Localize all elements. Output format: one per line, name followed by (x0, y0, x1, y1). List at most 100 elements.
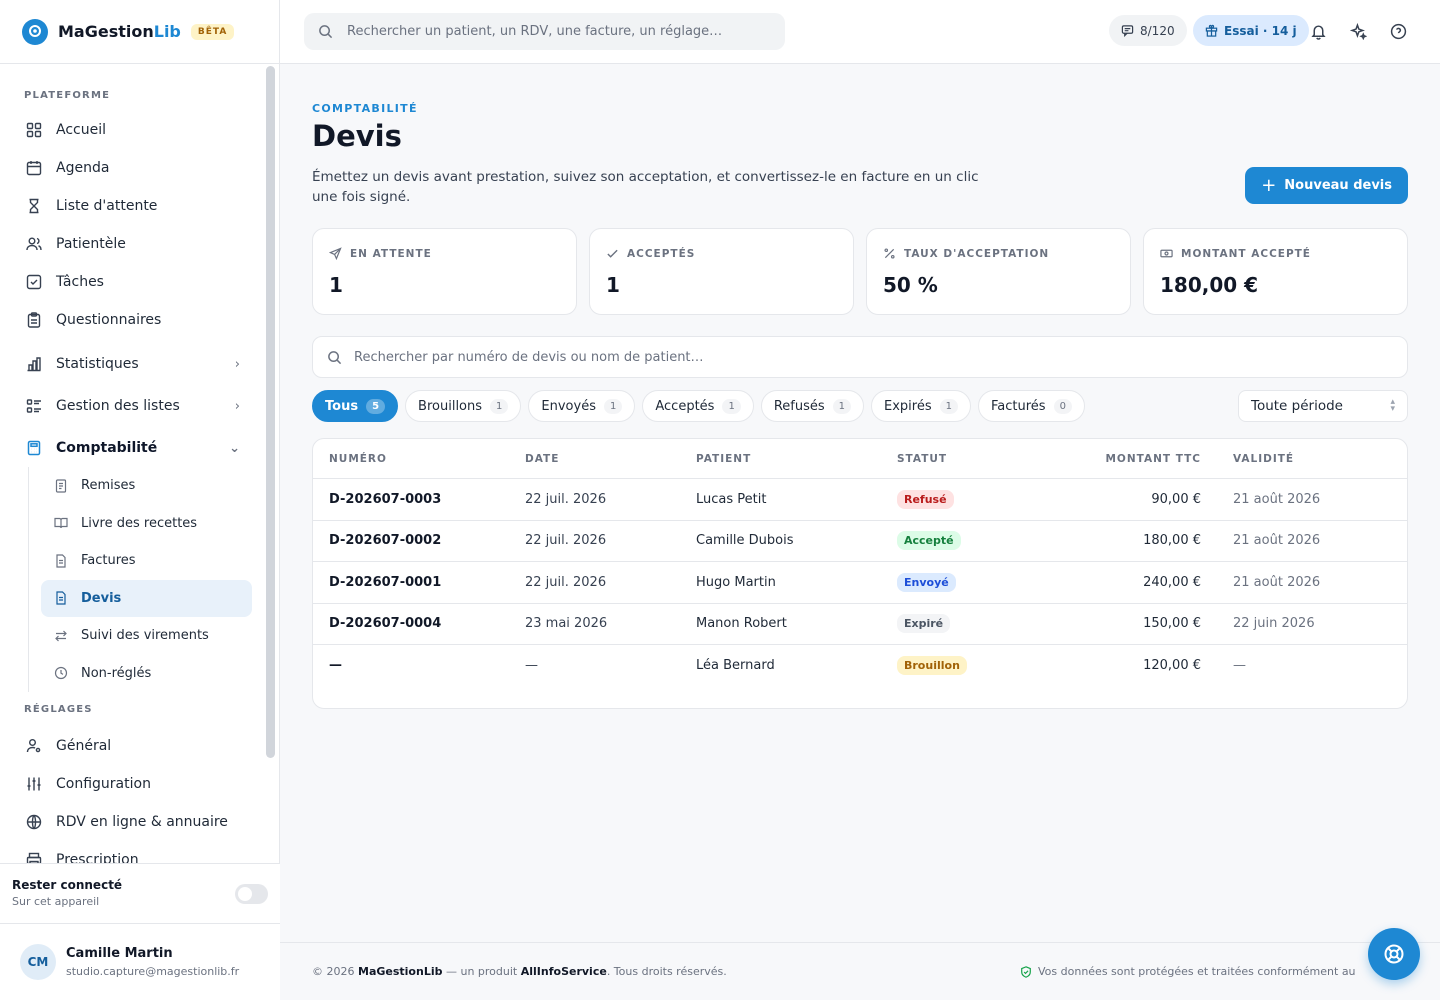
message-icon (1121, 24, 1134, 37)
sidebar-item-devis[interactable]: Devis (41, 579, 252, 617)
stay-connected-title: Rester connecté (12, 878, 123, 892)
sidebar-item-statistiques[interactable]: Statistiques › (12, 345, 252, 383)
stay-connected-toggle[interactable] (235, 884, 268, 904)
sidebar-item-label: Questionnaires (56, 312, 162, 328)
global-search-input[interactable] (347, 24, 767, 39)
sidebar-item-taches[interactable]: Tâches (12, 263, 252, 301)
banknote-icon (1160, 247, 1173, 260)
calendar-icon (24, 158, 44, 178)
filter-count: 1 (832, 398, 851, 414)
stat-card-montant-accepte: MONTANT ACCEPTÉ 180,00 € (1143, 228, 1408, 315)
sidebar-item-accueil[interactable]: Accueil (12, 111, 252, 149)
filter-count: 1 (939, 398, 958, 414)
filter-expires[interactable]: Expirés 1 (871, 390, 971, 422)
cell-statut: Expiré (897, 614, 1017, 634)
table-row[interactable]: D-202607-0004 23 mai 2026 Manon Robert E… (313, 604, 1407, 645)
filter-brouillons[interactable]: Brouillons 1 (405, 390, 522, 422)
sidebar-item-label: Suivi des virements (81, 628, 209, 644)
cell-patient: Camille Dubois (696, 533, 794, 549)
sidebar-item-remises[interactable]: Remises (41, 467, 252, 505)
filter-label: Envoyés (541, 398, 596, 414)
sidebar-item-prescription[interactable]: Prescription (12, 841, 252, 864)
footer-brand[interactable]: MaGestionLib (358, 965, 442, 978)
sms-counter[interactable]: 8/120 (1109, 15, 1187, 46)
calculator-icon (24, 438, 44, 458)
table-row[interactable]: D-202607-0003 22 juil. 2026 Lucas Petit … (313, 479, 1407, 521)
sidebar-item-label: Accueil (56, 122, 106, 138)
column-header-patient[interactable]: PATIENT (696, 453, 897, 465)
clock-icon (53, 665, 69, 681)
cell-date: 23 mai 2026 (525, 616, 608, 632)
filter-label: Acceptés (655, 398, 715, 414)
stat-value: 1 (329, 273, 343, 297)
sidebar-item-questionnaires[interactable]: Questionnaires (12, 301, 252, 339)
brand[interactable]: MaGestionLib BÊTA (0, 0, 279, 64)
bell-icon[interactable] (1307, 20, 1329, 42)
table-row[interactable]: — — Léa Bernard Brouillon 120,00 € — (313, 645, 1407, 687)
sidebar-item-gestion-listes[interactable]: Gestion des listes › (12, 387, 252, 425)
sidebar-item-label: Patientèle (56, 236, 126, 252)
sidebar-item-suivi-virements[interactable]: Suivi des virements (41, 617, 252, 655)
plus-icon: + (1261, 175, 1277, 196)
quote-search-input[interactable] (354, 349, 1354, 365)
period-select[interactable]: Toute période ▴ ▾ (1238, 390, 1408, 422)
cell-numero: — (329, 658, 342, 674)
sidebar-item-configuration[interactable]: Configuration (12, 765, 252, 803)
sliders-icon (24, 774, 44, 794)
filter-factures[interactable]: Facturés 0 (977, 390, 1085, 422)
percent-icon (883, 247, 896, 260)
section-title-platform: PLATEFORME (24, 90, 111, 101)
sidebar-item-rdv-en-ligne[interactable]: RDV en ligne & annuaire (12, 803, 252, 841)
cell-numero: D-202607-0004 (329, 616, 442, 632)
sidebar-item-livre-recettes[interactable]: Livre des recettes (41, 505, 252, 543)
filter-label: Brouillons (418, 398, 483, 414)
globe-icon (24, 812, 44, 832)
footer-privacy: Vos données sont protégées et traitées c… (1020, 965, 1356, 978)
search-icon (318, 24, 333, 39)
global-search[interactable] (304, 13, 785, 50)
sidebar-item-liste-attente[interactable]: Liste d'attente (12, 187, 252, 225)
sidebar-item-label: RDV en ligne & annuaire (56, 814, 228, 830)
cell-statut: Accepté (897, 531, 1017, 551)
quote-search[interactable] (312, 336, 1408, 378)
footer-company[interactable]: AllInfoService (521, 965, 607, 978)
status-badge: Envoyé (897, 572, 956, 592)
sparkles-icon[interactable] (1347, 20, 1369, 42)
column-header-numero[interactable]: NUMÉRO (313, 453, 525, 465)
filter-tous[interactable]: Tous 5 (312, 390, 399, 422)
sidebar-item-factures[interactable]: Factures (41, 542, 252, 580)
cell-montant: 150,00 € (1143, 616, 1201, 632)
chevron-down-icon: ⌄ (229, 440, 240, 456)
help-lifebuoy-button[interactable] (1368, 928, 1420, 980)
sidebar-item-label: Livre des recettes (81, 515, 198, 531)
column-header-validite[interactable]: VALIDITÉ (1201, 453, 1294, 465)
filter-refuses[interactable]: Refusés 1 (760, 390, 864, 422)
column-header-montant[interactable]: MONTANT TTC (1017, 453, 1201, 465)
sidebar-item-patientele[interactable]: Patientèle (12, 225, 252, 263)
trial-badge[interactable]: Essai · 14 j (1193, 15, 1309, 46)
sidebar-item-general[interactable]: Général (12, 727, 252, 765)
cell-montant: 120,00 € (1143, 658, 1201, 674)
period-select-value: Toute période (1251, 398, 1343, 414)
cell-date: 22 juil. 2026 (525, 491, 607, 507)
new-quote-button[interactable]: + Nouveau devis (1245, 167, 1408, 204)
help-icon[interactable] (1387, 20, 1409, 42)
stay-connected-subtitle: Sur cet appareil (12, 895, 100, 908)
table-row[interactable]: D-202607-0001 22 juil. 2026 Hugo Martin … (313, 562, 1407, 604)
sidebar-item-label: Comptabilité (56, 440, 158, 456)
filter-envoyes[interactable]: Envoyés 1 (528, 390, 636, 422)
table-row[interactable]: D-202607-0002 22 juil. 2026 Camille Dubo… (313, 521, 1407, 562)
stay-connected: Rester connecté Sur cet appareil (0, 863, 280, 923)
sidebar-scrollbar[interactable] (266, 66, 275, 758)
sidebar-item-comptabilite[interactable]: Comptabilité ⌄ (12, 429, 252, 467)
user-card[interactable]: CM Camille Martin studio.capture@magesti… (0, 923, 280, 1000)
column-header-statut[interactable]: STATUT (897, 453, 1017, 465)
sidebar-item-agenda[interactable]: Agenda (12, 149, 252, 187)
sidebar-item-non-regles[interactable]: Non-réglés (41, 655, 252, 693)
cell-statut: Envoyé (897, 572, 1017, 592)
brand-name: MaGestionLib (58, 22, 181, 41)
stat-value: 50 % (883, 273, 938, 297)
filter-acceptes[interactable]: Acceptés 1 (642, 390, 754, 422)
column-header-date[interactable]: DATE (525, 453, 696, 465)
sidebar-item-label: Factures (81, 553, 136, 569)
